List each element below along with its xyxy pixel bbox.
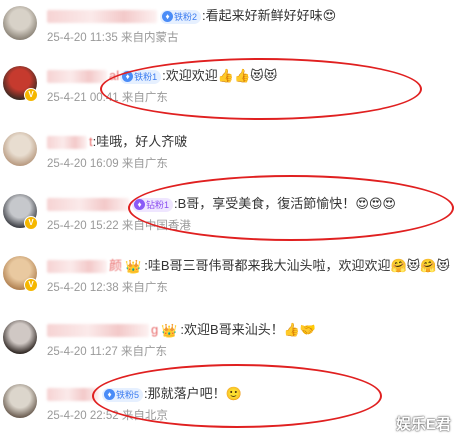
verified-badge-icon: V <box>24 278 38 292</box>
comment-body: ♦ 铁粉5:那就落户吧！🙂 <box>47 384 242 404</box>
username-fragment[interactable]: al <box>109 68 119 83</box>
comment-text: :B哥，享受美食，復活節愉快！ <box>174 196 356 211</box>
comment-time: 12:38 <box>89 282 119 294</box>
comment-text: :看起来好新鲜好好味 <box>202 8 323 23</box>
comment-body: al ♦ 铁粉1:欢迎欢迎👍👍😻😻 <box>47 66 277 86</box>
comment-text: :欢迎欢迎 <box>162 68 218 83</box>
comment-meta: 25-4-20 11:27 来自广东 <box>47 343 167 359</box>
emoji-group: 👍👍😻😻 <box>217 68 278 83</box>
crown-icon: 👑 <box>125 258 142 274</box>
emoji-group: 👍🤝 <box>283 322 317 337</box>
emoji-group: 🤗😻🤗😻 <box>390 258 450 273</box>
fan-level-badge: ♦ 钻粉1 <box>132 197 174 212</box>
fan-level-badge: ♦ 铁粉5 <box>102 387 144 402</box>
comment-item: V 颜 👑:哇B哥三哥伟哥都来我大汕头啦，欢迎欢迎🤗😻🤗😻 25-4-20 12:38… <box>0 252 457 308</box>
crown-icon: 👑 <box>161 322 178 338</box>
comment-date: 25-4-20 <box>47 158 87 170</box>
verified-badge-icon: V <box>24 88 38 102</box>
comment-text: :哇B哥三哥伟哥都来我大汕头啦，欢迎欢迎 <box>144 258 391 273</box>
comment-meta: 25-4-20 15:22 来自中国香港 <box>47 217 191 233</box>
username-blurred[interactable] <box>47 70 107 84</box>
comment-time: 22:52 <box>89 410 119 422</box>
watermark: 娱乐E君 <box>395 416 451 433</box>
username-blurred[interactable] <box>47 10 157 24</box>
emoji-group: 🙂 <box>225 386 242 401</box>
comment-location: 来自广东 <box>121 92 168 104</box>
comment-body: ♦ 铁粉2:看起来好新鲜好好味😍 <box>47 6 336 26</box>
comment-time: 11:27 <box>89 346 118 358</box>
comment-time: 00:41 <box>89 92 119 104</box>
comment-location: 来自广东 <box>120 346 167 358</box>
avatar[interactable] <box>3 6 37 40</box>
comment-body: ♦ 钻粉1:B哥，享受美食，復活節愉快！😍😍😍 <box>47 194 396 214</box>
fan-level-badge: ♦ 铁粉1 <box>120 69 162 84</box>
avatar[interactable] <box>3 320 37 354</box>
comment-location: 来自广东 <box>121 282 168 294</box>
comment-item: t:哇哦，好人齐啵 25-4-20 16:09 来自广东 <box>0 128 457 184</box>
comment-body: g 👑:欢迎B哥来汕头！👍🤝 <box>47 320 316 340</box>
fan-badge-icon: ♦ <box>122 70 134 82</box>
comment-date: 25-4-21 <box>47 92 87 104</box>
fan-badge-label: 铁粉1 <box>134 71 158 82</box>
fan-badge-label: 铁粉2 <box>174 11 198 22</box>
comment-item: g 👑:欢迎B哥来汕头！👍🤝 25-4-20 11:27 来自广东 <box>0 316 457 372</box>
fan-badge-label: 钻粉1 <box>146 199 170 210</box>
comment-location: 来自中国香港 <box>121 220 191 232</box>
comment-body: 颜 👑:哇B哥三哥伟哥都来我大汕头啦，欢迎欢迎🤗😻🤗😻 <box>47 256 450 276</box>
fan-badge-icon: ♦ <box>162 10 173 22</box>
emoji-group: 😍 <box>322 8 337 23</box>
username-fragment[interactable]: t <box>89 134 93 149</box>
comment-meta: 25-4-20 22:52 来自北京 <box>47 407 168 423</box>
comment-text: :哇哦，好人齐啵 <box>92 134 188 149</box>
username-blurred[interactable] <box>47 260 107 274</box>
username-fragment[interactable]: 颜 <box>109 258 122 273</box>
comment-date: 25-4-20 <box>47 282 87 294</box>
comment-body: t:哇哦，好人齐啵 <box>47 132 187 152</box>
avatar[interactable] <box>3 132 37 166</box>
comment-meta: 25-4-21 00:41 来自广东 <box>47 89 168 105</box>
fan-badge-icon: ♦ <box>104 388 115 400</box>
comment-meta: 25-4-20 16:09 来自广东 <box>47 155 168 171</box>
comment-date: 25-4-20 <box>47 346 87 358</box>
comment-date: 25-4-20 <box>47 220 87 232</box>
username-blurred[interactable] <box>47 136 87 150</box>
comment-date: 25-4-20 <box>47 410 87 422</box>
comment-date: 25-4-20 <box>47 32 87 44</box>
fan-badge-icon: ♦ <box>134 198 145 210</box>
username-blurred[interactable] <box>47 388 99 402</box>
comment-meta: 25-4-20 12:38 来自广东 <box>47 279 168 295</box>
username-fragment[interactable]: g <box>151 322 158 337</box>
comment-item: Val ♦ 铁粉1:欢迎欢迎👍👍😻😻 25-4-21 00:41 来自广东 <box>0 62 457 118</box>
comment-time: 16:09 <box>89 158 119 170</box>
comment-text: :欢迎B哥来汕头！ <box>180 322 284 337</box>
comment-time: 15:22 <box>89 220 119 232</box>
comment-location: 来自广东 <box>121 158 168 170</box>
username-blurred[interactable] <box>47 324 149 338</box>
verified-badge-icon: V <box>24 216 38 230</box>
fan-level-badge: ♦ 铁粉2 <box>160 9 202 24</box>
avatar[interactable] <box>3 384 37 418</box>
username-blurred[interactable] <box>47 198 129 212</box>
comment-location: 来自北京 <box>121 410 168 422</box>
comment-text: :那就落户吧！ <box>144 386 226 401</box>
comment-location: 来自内蒙古 <box>120 32 179 44</box>
comment-item: ♦ 铁粉5:那就落户吧！🙂 25-4-20 22:52 来自北京 <box>0 380 457 436</box>
fan-badge-label: 铁粉5 <box>116 389 140 400</box>
comment-item: ♦ 铁粉2:看起来好新鲜好好味😍 25-4-20 11:35 来自内蒙古 <box>0 2 457 58</box>
emoji-group: 😍😍😍 <box>355 196 396 211</box>
comment-time: 11:35 <box>89 32 118 44</box>
comment-meta: 25-4-20 11:35 来自内蒙古 <box>47 29 178 45</box>
comment-item: V ♦ 钻粉1:B哥，享受美食，復活節愉快！😍😍😍 25-4-20 15:22 来自中… <box>0 190 457 246</box>
